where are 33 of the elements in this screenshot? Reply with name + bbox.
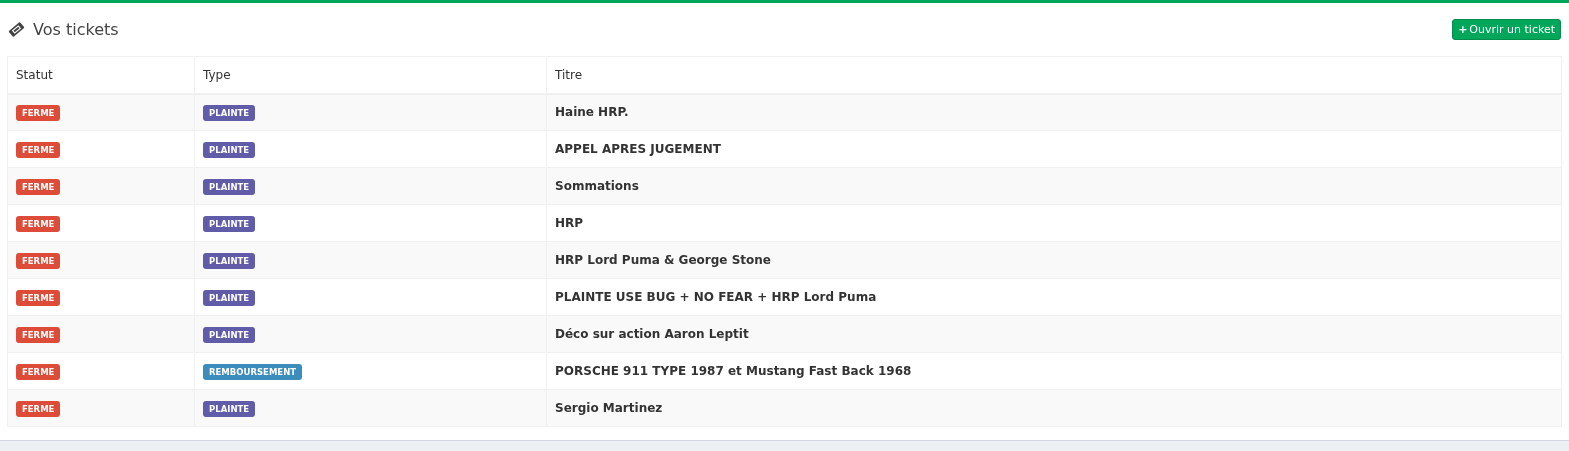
status-label: FERME bbox=[16, 289, 61, 307]
page-title: Vos tickets bbox=[33, 18, 119, 41]
title-cell: HRP bbox=[546, 204, 1562, 242]
status-label: FERME bbox=[16, 326, 61, 344]
type-label: PLAINTE bbox=[203, 326, 256, 344]
status-label: FERME bbox=[16, 400, 61, 418]
status-label: FERME bbox=[16, 105, 61, 122]
title-cell: Sergio Martinez bbox=[546, 389, 1562, 427]
column-header: Type bbox=[194, 56, 547, 94]
plus-icon: + bbox=[1458, 22, 1468, 36]
title-cell: Sommations bbox=[546, 167, 1562, 205]
status-label: FERME bbox=[16, 215, 61, 233]
title-cell: PORSCHE 911 TYPE 1987 et Mustang Fast Back 1968 bbox=[546, 352, 1562, 390]
open-ticket-button[interactable]: + Ouvrir un ticket bbox=[1452, 18, 1561, 41]
title-cell: Haine HRP. bbox=[546, 93, 1562, 131]
status-label: FERME bbox=[16, 252, 61, 270]
type-label: PLAINTE bbox=[203, 141, 256, 159]
status-label: FERME bbox=[16, 363, 61, 381]
title-cell: HRP Lord Puma & George Stone bbox=[546, 241, 1562, 279]
type-label: PLAINTE bbox=[203, 215, 256, 233]
type-label: PLAINTE bbox=[203, 178, 256, 196]
type-label: PLAINTE bbox=[203, 289, 256, 307]
column-header: Statut bbox=[7, 56, 195, 94]
type-label: PLAINTE bbox=[203, 105, 256, 122]
title-cell: PLAINTE USE BUG + NO FEAR + HRP Lord Puma bbox=[546, 278, 1562, 316]
type-label: REMBOURSEMENT bbox=[203, 363, 303, 381]
column-header: Titre bbox=[546, 56, 1562, 94]
type-label: PLAINTE bbox=[203, 252, 256, 270]
status-label: FERME bbox=[16, 178, 61, 196]
title-cell: APPEL APRES JUGEMENT bbox=[546, 130, 1562, 168]
status-label: FERME bbox=[16, 141, 61, 159]
title-cell: Déco sur action Aaron Leptit bbox=[546, 315, 1562, 353]
type-label: PLAINTE bbox=[203, 400, 256, 418]
